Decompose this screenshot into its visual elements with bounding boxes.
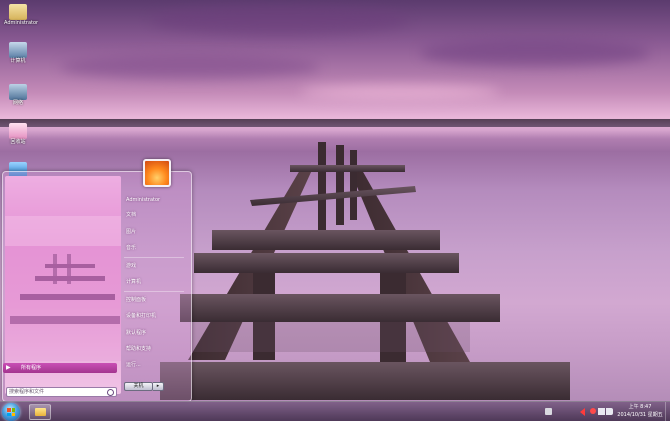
desktop-shortcut[interactable]: Administrator bbox=[4, 4, 39, 27]
show-desktop-button[interactable] bbox=[665, 402, 670, 421]
all-programs-button[interactable]: ▶ 所有程序 bbox=[3, 363, 117, 373]
start-item-default-programs[interactable]: 默认程序 bbox=[126, 330, 146, 337]
search-input[interactable] bbox=[9, 388, 105, 396]
clock-time: 上午 8:47 bbox=[628, 404, 652, 410]
start-search-box[interactable] bbox=[6, 387, 117, 397]
start-item-games[interactable]: 游戏 bbox=[126, 263, 136, 270]
shutdown-options-button[interactable]: ▸ bbox=[153, 382, 164, 391]
start-button[interactable] bbox=[2, 403, 20, 421]
desktop-shortcut[interactable]: 计算机 bbox=[4, 42, 32, 65]
keyboard-icon[interactable] bbox=[545, 408, 552, 415]
start-item-documents[interactable]: 文档 bbox=[126, 212, 136, 219]
explorer-taskbar-button[interactable] bbox=[29, 404, 51, 420]
taskbar: 上午 8:47 2014/10/31 星期五 bbox=[0, 401, 670, 421]
start-item-pictures[interactable]: 图片 bbox=[126, 229, 136, 236]
desktop-shortcut[interactable]: 回收站 bbox=[4, 123, 32, 146]
desktop-icon-label: Administrator bbox=[4, 20, 39, 26]
desktop-icon-label: 网络 bbox=[12, 100, 23, 106]
recycle-bin-icon bbox=[9, 123, 27, 139]
clock-date: 2014/10/31 星期五 bbox=[617, 412, 663, 418]
start-item-run[interactable]: 运行... bbox=[126, 362, 141, 369]
computer-icon bbox=[9, 42, 27, 58]
shutdown-button[interactable]: 关机 bbox=[124, 382, 153, 391]
folder-icon bbox=[35, 408, 46, 416]
desktop-background: Administrator 计算机 网络 回收站 ▶ 所有程序 搜索程序和文件 … bbox=[0, 0, 670, 421]
network-icon bbox=[9, 84, 27, 100]
user-avatar[interactable] bbox=[143, 159, 171, 187]
start-item-help-support[interactable]: 帮助和支持 bbox=[126, 346, 151, 353]
menu-separator bbox=[124, 257, 184, 258]
search-icon bbox=[107, 389, 114, 396]
start-menu-programs-pane bbox=[5, 176, 121, 394]
start-menu-background-image bbox=[5, 176, 121, 361]
start-item-music[interactable]: 音乐 bbox=[126, 245, 136, 252]
menu-separator bbox=[124, 291, 184, 292]
show-hidden-icons-icon[interactable] bbox=[580, 408, 585, 416]
start-item-devices-printers[interactable]: 设备和打印机 bbox=[126, 313, 156, 320]
start-item-user[interactable]: Administrator bbox=[126, 197, 160, 204]
network-icon[interactable] bbox=[598, 408, 605, 415]
desktop-shortcut[interactable]: 网络 bbox=[4, 84, 32, 107]
start-item-computer[interactable]: 计算机 bbox=[126, 279, 141, 286]
folder-icon bbox=[9, 4, 27, 20]
taskbar-clock[interactable]: 上午 8:47 2014/10/31 星期五 bbox=[612, 403, 668, 419]
start-item-control-panel[interactable]: 控制面板 bbox=[126, 297, 146, 304]
windows-logo-icon bbox=[7, 408, 15, 416]
all-programs-label: 所有程序 bbox=[21, 365, 42, 371]
desktop-icon-label: 计算机 bbox=[10, 58, 26, 64]
desktop-icon-label: 回收站 bbox=[10, 139, 26, 145]
play-arrow-icon: ▶ bbox=[6, 364, 11, 371]
action-center-icon[interactable] bbox=[590, 408, 596, 414]
